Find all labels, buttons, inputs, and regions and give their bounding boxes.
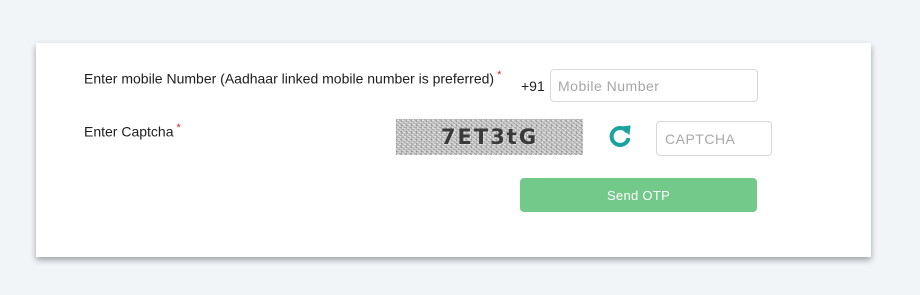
captcha-image-text: 7ET3tG [440,125,539,149]
mobile-number-label-text: Enter mobile Number (Aadhaar linked mobi… [84,70,495,87]
otp-form-card: Enter mobile Number (Aadhaar linked mobi… [36,43,871,257]
mobile-number-input[interactable] [550,69,758,102]
send-otp-button[interactable]: Send OTP [520,178,757,212]
refresh-icon[interactable] [607,122,633,148]
captcha-image: 7ET3tG [396,119,583,155]
country-code-prefix: +91 [521,78,545,94]
required-marker: * [176,122,181,134]
captcha-label: Enter Captcha * [84,122,181,140]
captcha-label-text: Enter Captcha [84,123,174,140]
captcha-input[interactable] [656,121,772,156]
required-marker: * [497,69,502,81]
mobile-number-label: Enter mobile Number (Aadhaar linked mobi… [84,69,501,87]
